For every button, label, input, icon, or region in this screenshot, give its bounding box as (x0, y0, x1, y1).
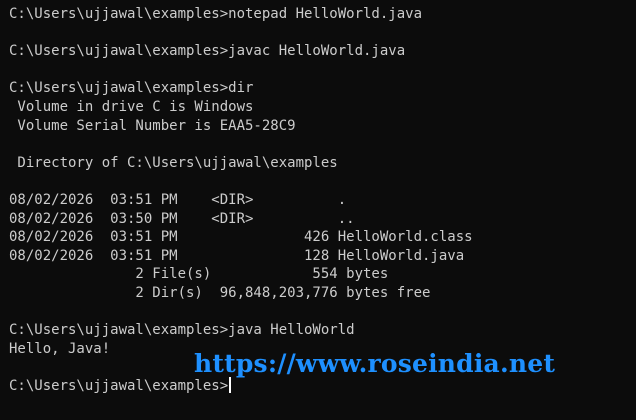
terminal-prompt: C:\Users\ujjawal\examples> (9, 377, 229, 394)
terminal-line: C:\Users\ujjawal\examples>javac HelloWor… (9, 43, 406, 60)
terminal-line: Volume Serial Number is EAA5-28C9 (9, 117, 296, 134)
terminal-line: 08/02/2026 03:51 PM 426 HelloWorld.class (9, 229, 473, 246)
terminal-prompt-line[interactable]: C:\Users\ujjawal\examples> (9, 376, 636, 396)
terminal-line: C:\Users\ujjawal\examples>notepad HelloW… (9, 6, 423, 22)
terminal-line: 08/02/2026 03:51 PM <DIR> . (9, 191, 347, 208)
terminal-line: 08/02/2026 03:50 PM <DIR> .. (9, 210, 355, 227)
terminal-line: 2 Dir(s) 96,848,203,776 bytes free (9, 284, 431, 301)
text-cursor-icon (229, 376, 231, 393)
terminal-line: Volume in drive C is Windows (9, 98, 254, 115)
watermark-url: https://www.roseindia.net (194, 349, 556, 378)
terminal-line: 08/02/2026 03:51 PM 128 HelloWorld.java (9, 247, 465, 264)
terminal-line: 2 File(s) 554 bytes (9, 266, 389, 283)
terminal-line: C:\Users\ujjawal\examples>dir (9, 80, 254, 97)
terminal-line: Directory of C:\Users\ujjawal\examples (9, 154, 338, 171)
terminal-line: C:\Users\ujjawal\examples>java HelloWorl… (9, 322, 355, 339)
